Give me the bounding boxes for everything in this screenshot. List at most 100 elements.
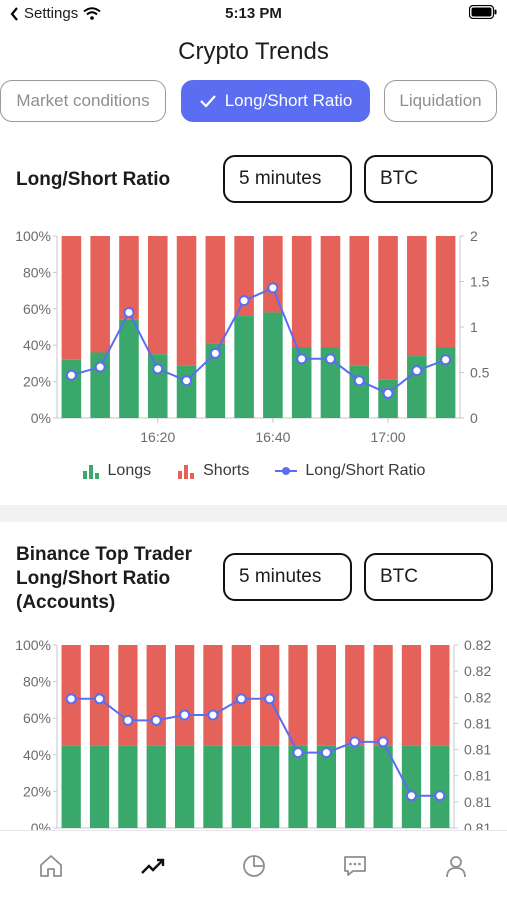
chat-icon [344,856,366,876]
tab-analytics[interactable] [239,851,269,881]
shorts-bar [349,236,370,366]
bar-chart-icon [178,465,195,479]
ratio-point [353,375,365,387]
page-title: Crypto Trends [178,38,329,65]
x-tick-label: 16:40 [255,429,290,445]
right-tick-label: 0.82 [464,663,491,679]
right-tick-label: 0.82 [464,689,491,705]
ratio-point [209,347,221,359]
shorts-bar [345,645,365,746]
pie-chart-icon [243,855,265,877]
tab-liquidation[interactable]: Liquidation [384,80,497,122]
ratio-point [122,714,134,726]
tab-trends[interactable] [138,851,168,881]
left-tick-label: 40% [23,337,51,353]
right-tick-label: 1.5 [470,274,490,290]
longs-bar [174,745,195,828]
longs-bar [61,359,82,418]
legend-ratio[interactable]: Long/Short Ratio [275,462,425,480]
profile-icon [446,856,466,878]
section-divider [0,505,507,522]
ratio-point [179,709,191,721]
legend-ratio-label: Long/Short Ratio [305,462,426,479]
ratio-point [267,282,279,294]
ratio-point [181,375,193,387]
left-tick-label: 100% [15,228,51,244]
longs-bar [61,745,81,828]
tab-bar-top: Market conditions Long/Short Ratio Liqui… [0,80,507,124]
ratio-point [292,747,304,759]
shorts-bar [378,236,398,380]
section1-title: Long/Short Ratio [16,169,171,190]
right-tick-label: 0.81 [464,715,491,731]
shorts-bar [430,645,450,746]
x-tick-label: 17:00 [371,429,406,445]
chart-legend: Longs Shorts Long/Short Ratio [0,462,507,480]
right-tick-label: 0.82 [464,637,491,653]
ratio-point [264,693,276,705]
longs-bar [203,745,223,828]
tab-messages[interactable] [340,851,370,881]
section2-title: Binance Top Trader Long/Short Ratio (Acc… [16,543,192,615]
shorts-bar [316,645,337,746]
ratio-point [238,295,250,307]
right-tick-label: 1 [470,319,478,335]
ratio-point [382,387,394,399]
shorts-bar [205,236,226,344]
symbol-select[interactable]: BTC [364,155,493,203]
shorts-bar [373,645,393,746]
top-trader-ratio-chart: 0%20%40%60%80%100%0.810.810.810.810.810.… [15,637,491,835]
legend-shorts[interactable]: Shorts [177,462,249,480]
symbol-value: BTC [380,566,418,587]
interval-value: 5 minutes [239,566,322,587]
shorts-bar [147,236,168,355]
longs-bar [349,365,370,418]
longs-bar [373,745,393,828]
left-tick-label: 80% [23,264,51,280]
ratio-point [94,361,106,373]
shorts-bar [61,236,82,360]
ratio-point [440,354,452,366]
ratio-point [434,790,446,802]
ratio-point [207,709,219,721]
shorts-bar [407,236,427,357]
longs-bar [263,312,283,418]
longs-bar [146,745,166,828]
tab-label: Long/Short Ratio [224,91,353,110]
ratio-point [324,353,336,365]
bar-chart-icon [82,465,99,479]
left-tick-label: 0% [31,410,51,426]
tab-home[interactable] [36,851,66,881]
symbol-select-2[interactable]: BTC [364,553,493,601]
ratio-point [405,790,417,802]
legend-longs[interactable]: Longs [82,462,151,480]
bottom-tab-bar [0,830,507,901]
shorts-bar [146,645,166,746]
section2-title-line3: (Accounts) [16,592,116,613]
tab-market-conditions[interactable]: Market conditions [0,80,166,122]
longs-bar [118,745,138,828]
interval-select[interactable]: 5 minutes [223,155,352,203]
longs-bar [119,319,139,418]
shorts-bar [118,645,138,746]
shorts-bar [401,645,422,746]
shorts-bar [176,236,197,366]
ratio-point [94,693,106,705]
shorts-bar [263,236,283,313]
legend-shorts-label: Shorts [203,462,250,479]
longs-bar [260,745,280,828]
section2-title-line1: Binance Top Trader [16,544,192,565]
battery-icon [468,4,497,24]
interval-select-2[interactable]: 5 minutes [223,553,352,601]
line-series-icon [275,467,298,475]
tab-profile[interactable] [441,851,471,881]
interval-value: 5 minutes [239,168,322,189]
ratio-point [349,736,361,748]
longs-bar [401,745,422,828]
status-bar: Settings 5:13 PM [0,0,507,28]
x-tick-label: 16:20 [140,429,175,445]
tab-long-short-ratio[interactable]: Long/Short Ratio [181,80,370,122]
right-tick-label: 0.81 [464,794,491,810]
longs-bar [430,745,450,828]
check-icon [199,94,217,108]
